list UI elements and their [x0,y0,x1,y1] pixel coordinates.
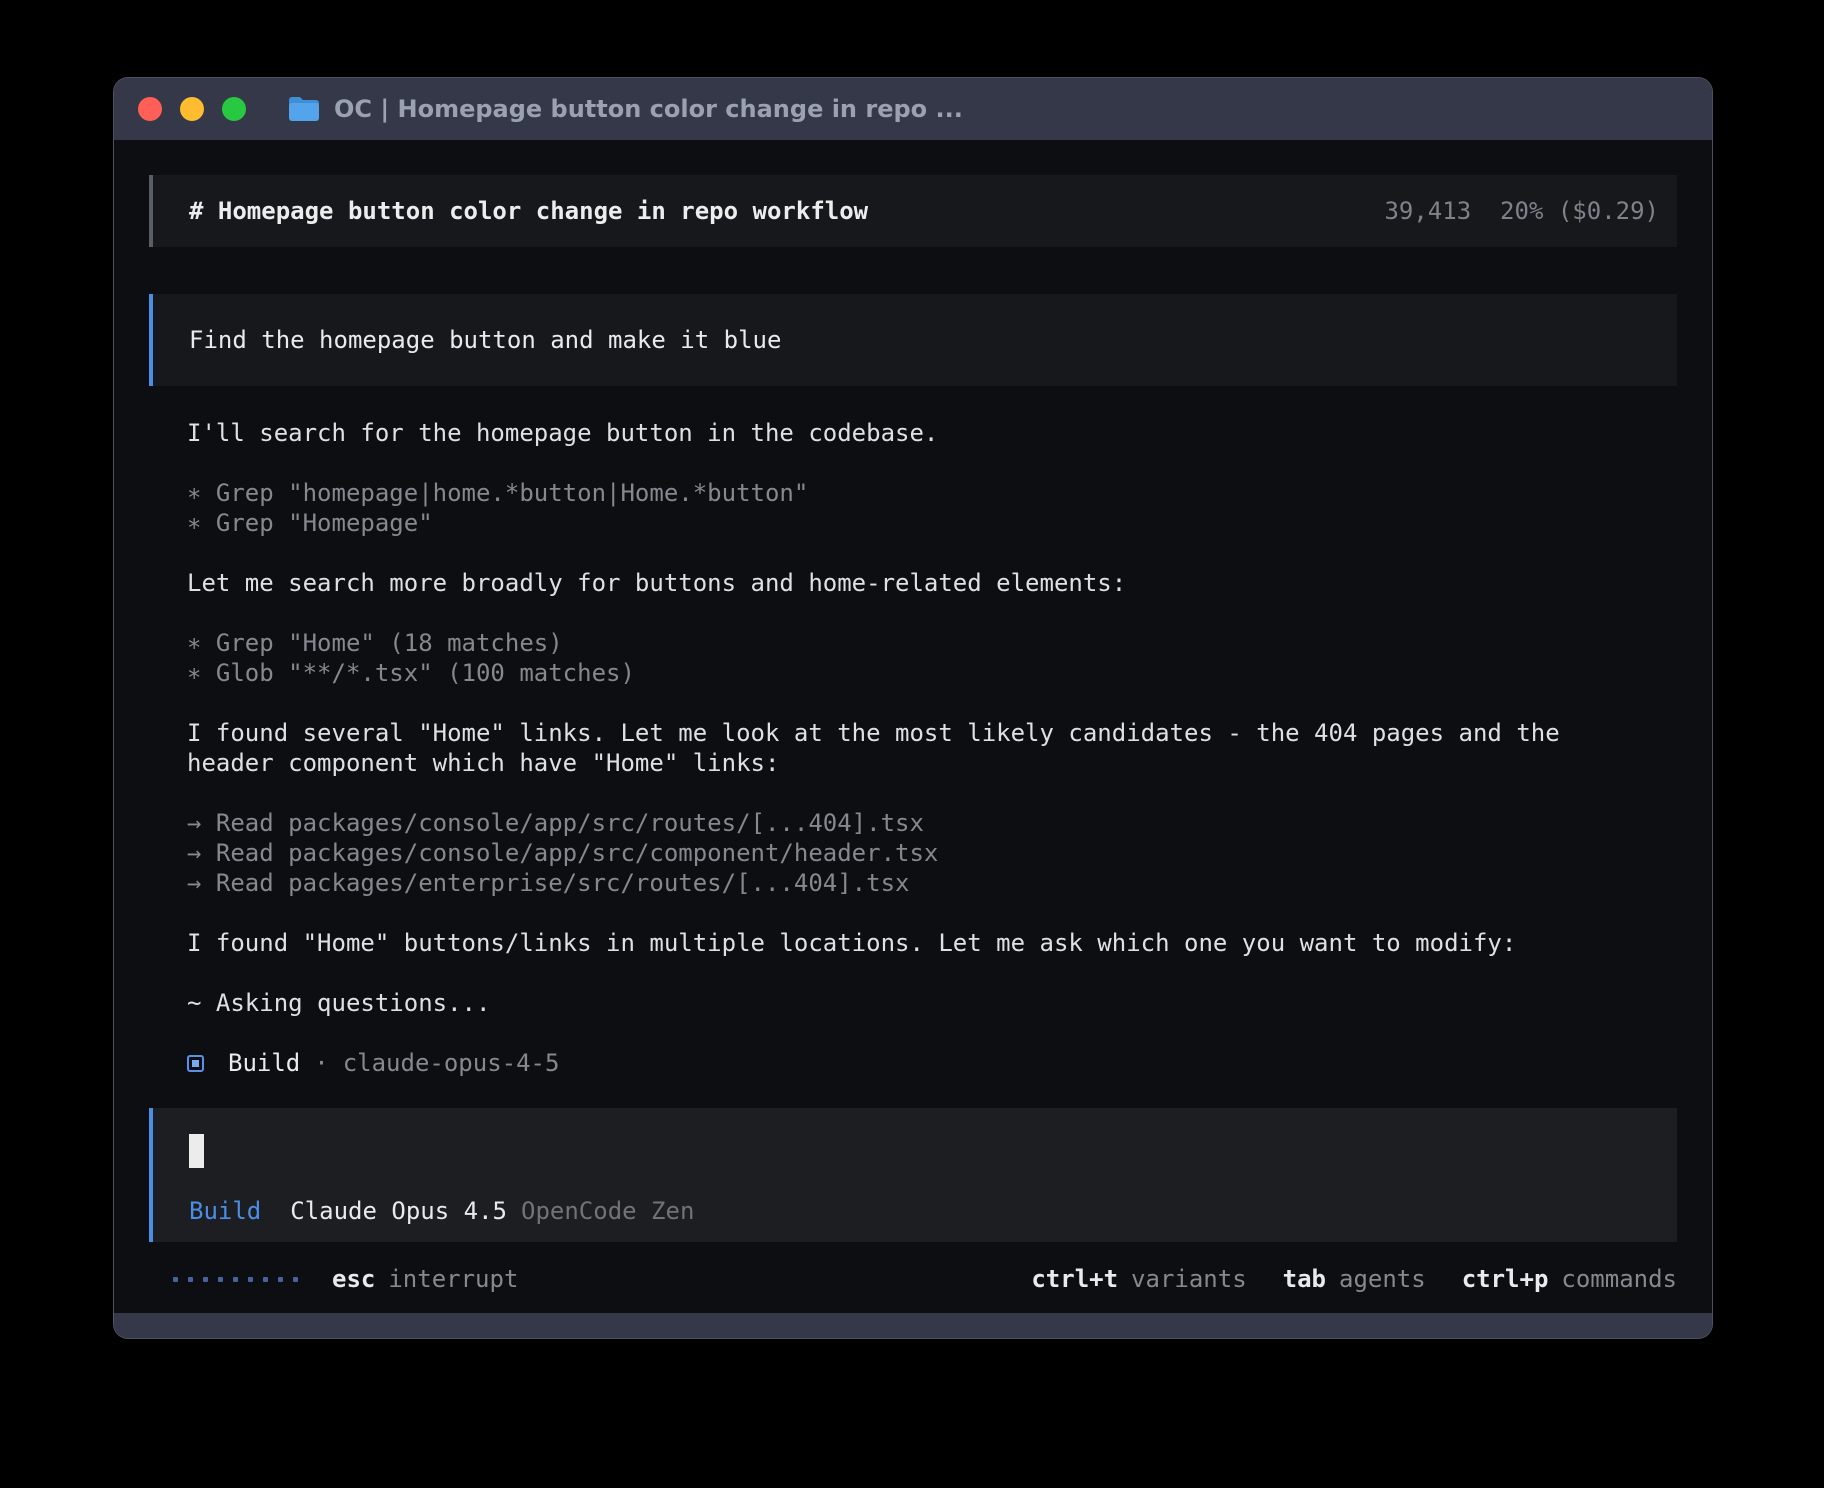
traffic-lights [138,97,246,121]
statusbar-left: esc interrupt [173,1265,518,1293]
assistant-text: I found several "Home" links. Let me loo… [187,718,1677,778]
session-header: # Homepage button color change in repo w… [149,175,1677,247]
tool-call-read: → Read packages/console/app/src/routes/[… [187,808,1677,838]
hint-label: interrupt [388,1265,518,1293]
user-message: Find the homepage button and make it blu… [149,294,1677,386]
agent-build-icon-dot [192,1060,199,1067]
titlebar: OC | Homepage button color change in rep… [114,78,1712,140]
provider-name: OpenCode Zen [521,1197,694,1225]
statusbar: esc interrupt ctrl+t variants tab agents… [149,1264,1677,1294]
hint-commands: ctrl+p commands [1462,1265,1677,1293]
hint-interrupt: esc interrupt [332,1265,518,1293]
tool-call-group: → Read packages/console/app/src/routes/[… [187,808,1677,898]
text-cursor [189,1134,204,1168]
window-bottom-strip [114,1313,1712,1338]
mode-label[interactable]: Build [189,1197,261,1225]
minimize-button[interactable] [180,97,204,121]
model-name[interactable]: Claude Opus 4.5 [290,1197,507,1225]
agent-separator: · [314,1048,328,1078]
hint-key: esc [332,1265,375,1293]
tool-call-read: → Read packages/console/app/src/componen… [187,838,1677,868]
assistant-text: I'll search for the homepage button in t… [187,418,1677,448]
statusbar-right: ctrl+t variants tab agents ctrl+p comman… [1031,1265,1677,1293]
window-title: OC | Homepage button color change in rep… [334,95,963,123]
close-button[interactable] [138,97,162,121]
tool-call-read: → Read packages/enterprise/src/routes/[.… [187,868,1677,898]
terminal-window: OC | Homepage button color change in rep… [114,78,1712,1338]
assistant-status-text: ~ Asking questions... [187,988,1677,1018]
hint-key: ctrl+t [1031,1265,1118,1293]
tool-call-grep: ∗ Grep "Home" (18 matches) [187,628,1677,658]
hint-variants: ctrl+t variants [1031,1265,1246,1293]
tool-call-group: ∗ Grep "homepage|home.*button|Home.*butt… [187,478,1677,538]
hint-label: agents [1339,1265,1426,1293]
folder-icon [288,96,320,122]
user-message-text: Find the homepage button and make it blu… [189,326,781,354]
assistant-text: Let me search more broadly for buttons a… [187,568,1677,598]
tool-call-group: ∗ Grep "Home" (18 matches) ∗ Glob "**/*.… [187,628,1677,688]
hint-key: tab [1283,1265,1326,1293]
terminal-content: # Homepage button color change in repo w… [114,140,1712,1294]
hint-key: ctrl+p [1462,1265,1549,1293]
tool-call-grep: ∗ Grep "Homepage" [187,508,1677,538]
hint-agents: tab agents [1283,1265,1426,1293]
agent-model: claude-opus-4-5 [343,1048,560,1078]
model-line: Build Claude Opus 4.5 OpenCode Zen [189,1196,1641,1226]
tool-call-glob: ∗ Glob "**/*.tsx" (100 matches) [187,658,1677,688]
prompt-input[interactable]: Build Claude Opus 4.5 OpenCode Zen [149,1108,1677,1242]
agent-build-icon [187,1055,204,1072]
hint-label: variants [1131,1265,1247,1293]
hint-label: commands [1561,1265,1677,1293]
conversation: I'll search for the homepage button in t… [149,418,1677,1078]
agent-row: Build · claude-opus-4-5 [187,1048,1677,1078]
assistant-text: I found "Home" buttons/links in multiple… [187,928,1677,958]
session-stats: 39,413 20% ($0.29) [1384,197,1659,225]
tool-call-grep: ∗ Grep "homepage|home.*button|Home.*butt… [187,478,1677,508]
session-title: # Homepage button color change in repo w… [189,197,868,225]
spinner-dots-icon [173,1277,298,1282]
zoom-button[interactable] [222,97,246,121]
agent-name: Build [228,1048,300,1078]
